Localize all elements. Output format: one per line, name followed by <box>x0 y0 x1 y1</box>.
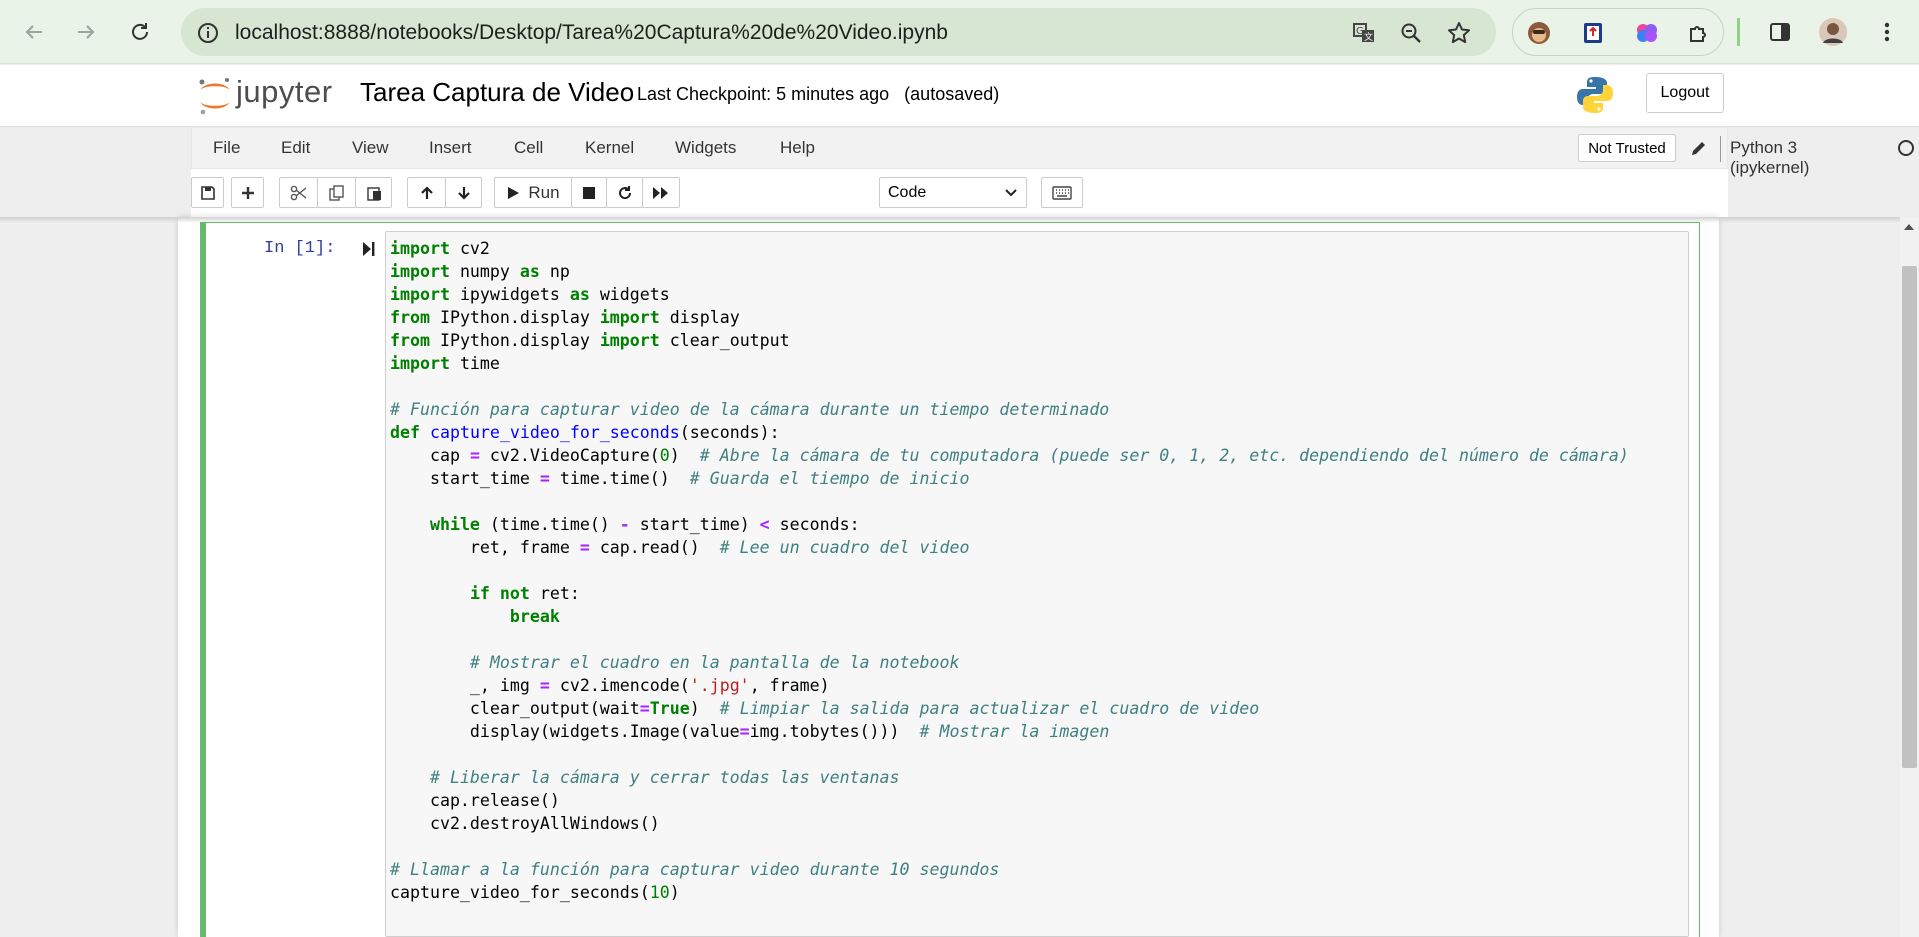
insert-cell-button[interactable] <box>231 177 264 208</box>
address-bar[interactable]: localhost:8888/notebooks/Desktop/Tarea%2… <box>181 8 1496 56</box>
stop-icon <box>583 186 595 199</box>
menu-edit[interactable]: Edit <box>281 138 310 158</box>
zoom-icon[interactable] <box>1398 20 1424 46</box>
menubar: File Edit View Insert Cell Kernel Widget… <box>191 127 1914 177</box>
kernel-name[interactable]: Python 3 (ipykernel) <box>1730 138 1809 178</box>
scissors-icon <box>290 185 306 200</box>
arrow-down-icon <box>457 186 470 200</box>
plus-icon <box>241 186 254 199</box>
back-arrow-icon[interactable] <box>16 14 52 50</box>
scrollbar-thumb[interactable] <box>1902 266 1917 768</box>
menu-file[interactable]: File <box>213 138 240 158</box>
extensions-group <box>1512 8 1724 56</box>
cell-prompt: In [1]: <box>264 239 336 258</box>
cell-type-select[interactable]: Code <box>879 177 1027 208</box>
menu-cell[interactable]: Cell <box>514 138 543 158</box>
save-button[interactable] <box>191 177 224 208</box>
trust-button[interactable]: Not Trusted <box>1578 134 1676 162</box>
notebook-toolbar: Run Code <box>191 169 1728 217</box>
browser-menu-icon[interactable] <box>1869 14 1905 50</box>
autosave-text: (autosaved) <box>904 84 1000 104</box>
url-text[interactable]: localhost:8888/notebooks/Desktop/Tarea%2… <box>235 21 948 45</box>
save-icon <box>200 185 215 200</box>
code-content[interactable]: import cv2 import numpy as np import ipy… <box>390 237 1629 904</box>
command-palette-button[interactable] <box>1041 177 1083 208</box>
jupyter-logo-icon[interactable] <box>194 75 236 117</box>
restart-run-all-button[interactable] <box>642 177 680 208</box>
run-button[interactable]: Run <box>494 177 572 208</box>
translate-icon[interactable]: G文 <box>1351 20 1377 46</box>
pencil-icon[interactable] <box>1689 138 1709 158</box>
kernel-divider <box>1720 136 1721 162</box>
menu-kernel[interactable]: Kernel <box>585 138 634 158</box>
menu-insert[interactable]: Insert <box>429 138 472 158</box>
run-cell-icon[interactable] <box>362 240 376 258</box>
paste-button[interactable] <box>355 177 392 208</box>
scroll-up-arrow-icon[interactable] <box>1903 222 1915 232</box>
kernel-idle-indicator-icon <box>1898 140 1914 156</box>
extension-upload-icon[interactable] <box>1579 19 1607 47</box>
menu-widgets[interactable]: Widgets <box>675 138 736 158</box>
profile-avatar[interactable] <box>1815 14 1851 50</box>
toolbar-divider <box>1737 18 1740 46</box>
keyboard-icon <box>1052 185 1072 200</box>
fast-forward-icon <box>653 186 668 199</box>
extension-monkey-icon[interactable] <box>1525 19 1553 47</box>
site-info-icon[interactable] <box>195 20 221 46</box>
move-up-button[interactable] <box>407 177 446 208</box>
paste-icon <box>366 186 381 201</box>
interrupt-button[interactable] <box>571 177 607 208</box>
notebook-title[interactable]: Tarea Captura de Video <box>360 77 634 108</box>
arrow-up-icon <box>420 185 433 199</box>
bookmark-star-icon[interactable] <box>1446 20 1472 46</box>
forward-arrow-icon[interactable] <box>68 14 104 50</box>
chevron-down-icon <box>1005 189 1017 197</box>
restart-button[interactable] <box>606 177 643 208</box>
extension-brain-icon[interactable] <box>1633 19 1661 47</box>
play-icon <box>508 186 520 199</box>
menu-view[interactable]: View <box>352 138 389 158</box>
run-label: Run <box>528 182 560 202</box>
side-panel-icon[interactable] <box>1762 14 1798 50</box>
extensions-puzzle-icon[interactable] <box>1685 19 1713 47</box>
restart-icon <box>618 185 631 199</box>
logout-button[interactable]: Logout <box>1646 73 1724 113</box>
copy-icon <box>328 184 344 201</box>
jupyter-logo-text[interactable]: jupyter <box>236 74 333 110</box>
svg-text:文: 文 <box>1364 31 1373 43</box>
browser-toolbar: localhost:8888/notebooks/Desktop/Tarea%2… <box>0 0 1919 64</box>
checkpoint-text: Last Checkpoint: 5 minutes ago <box>637 84 890 104</box>
menu-help[interactable]: Help <box>780 138 815 158</box>
copy-button[interactable] <box>317 177 356 208</box>
move-down-button[interactable] <box>445 177 482 208</box>
reload-icon[interactable] <box>122 14 158 50</box>
cell-type-value: Code <box>888 183 927 201</box>
python-logo-icon <box>1577 77 1613 113</box>
checkpoint-status: Last Checkpoint: 5 minutes ago (autosave… <box>637 84 999 105</box>
cut-button[interactable] <box>279 177 318 208</box>
jupyter-header: jupyter Tarea Captura de Video Last Chec… <box>0 65 1919 127</box>
